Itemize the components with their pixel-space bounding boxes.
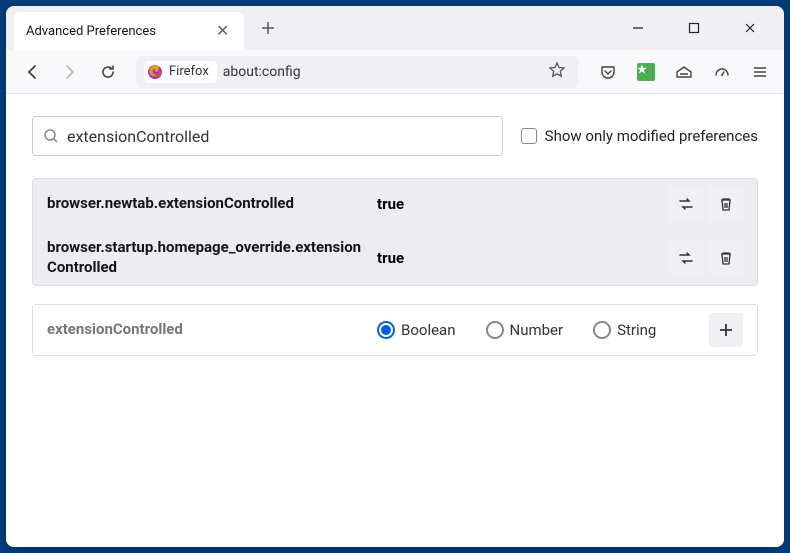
close-button[interactable] — [732, 14, 768, 42]
delete-button[interactable] — [709, 241, 743, 275]
tab-title: Advanced Preferences — [26, 24, 156, 39]
nav-toolbar: Firefox about:config ★ — [6, 50, 784, 94]
browser-window: Advanced Preferences ✕ — [6, 6, 784, 547]
identity-box[interactable]: Firefox — [144, 61, 217, 83]
radio-label: Boolean — [401, 321, 456, 339]
radio-icon — [486, 321, 504, 339]
radio-string[interactable]: String — [593, 321, 656, 339]
radio-boolean[interactable]: Boolean — [377, 321, 456, 339]
new-pref-row: extensionControlled Boolean Number Strin… — [33, 305, 757, 355]
window-controls — [620, 14, 776, 42]
titlebar: Advanced Preferences ✕ — [6, 6, 784, 50]
table-row: browser.newtab.extensionControlled true — [33, 179, 757, 230]
radio-number[interactable]: Number — [486, 321, 564, 339]
new-pref-name: extensionControlled — [47, 320, 367, 340]
show-modified-checkbox[interactable]: Show only modified preferences — [521, 127, 758, 145]
pocket-icon[interactable] — [594, 58, 622, 86]
urlbar[interactable]: Firefox about:config — [136, 56, 578, 88]
preferences-table: browser.newtab.extensionControlled true … — [32, 178, 758, 286]
radio-icon — [377, 321, 395, 339]
content-area: Show only modified preferences browser.n… — [6, 94, 784, 547]
extension-icon[interactable]: ★ — [632, 58, 660, 86]
toggle-button[interactable] — [669, 187, 703, 221]
dashboard-icon[interactable] — [708, 58, 736, 86]
identity-label: Firefox — [169, 64, 209, 79]
pref-name: browser.startup.homepage_override.extens… — [47, 238, 367, 277]
radio-icon — [593, 321, 611, 339]
new-pref-section: extensionControlled Boolean Number Strin… — [32, 304, 758, 356]
url-text: about:config — [223, 64, 544, 80]
search-input[interactable] — [67, 127, 492, 146]
pref-value: true — [377, 249, 659, 267]
radio-label: String — [617, 321, 656, 339]
pref-value: true — [377, 195, 659, 213]
search-icon — [43, 128, 59, 144]
table-row: browser.startup.homepage_override.extens… — [33, 230, 757, 285]
delete-button[interactable] — [709, 187, 743, 221]
newtab-button[interactable] — [254, 14, 282, 42]
minimize-button[interactable] — [620, 14, 656, 42]
maximize-button[interactable] — [676, 14, 712, 42]
inbox-icon[interactable] — [670, 58, 698, 86]
add-button[interactable] — [709, 313, 743, 347]
close-icon[interactable]: ✕ — [216, 23, 229, 39]
bookmark-star-icon[interactable] — [544, 61, 570, 83]
tab-active[interactable]: Advanced Preferences ✕ — [14, 12, 244, 50]
back-button[interactable] — [16, 56, 48, 88]
radio-label: Number — [510, 321, 564, 339]
checkbox-icon — [521, 128, 537, 144]
firefox-logo-icon — [147, 64, 163, 80]
toggle-button[interactable] — [669, 241, 703, 275]
reload-button[interactable] — [92, 56, 124, 88]
forward-button[interactable] — [54, 56, 86, 88]
pref-name: browser.newtab.extensionControlled — [47, 194, 367, 214]
checkbox-text: Show only modified preferences — [545, 127, 758, 145]
type-radio-group: Boolean Number String — [377, 321, 699, 339]
search-container — [32, 116, 503, 156]
menu-button[interactable] — [746, 58, 774, 86]
